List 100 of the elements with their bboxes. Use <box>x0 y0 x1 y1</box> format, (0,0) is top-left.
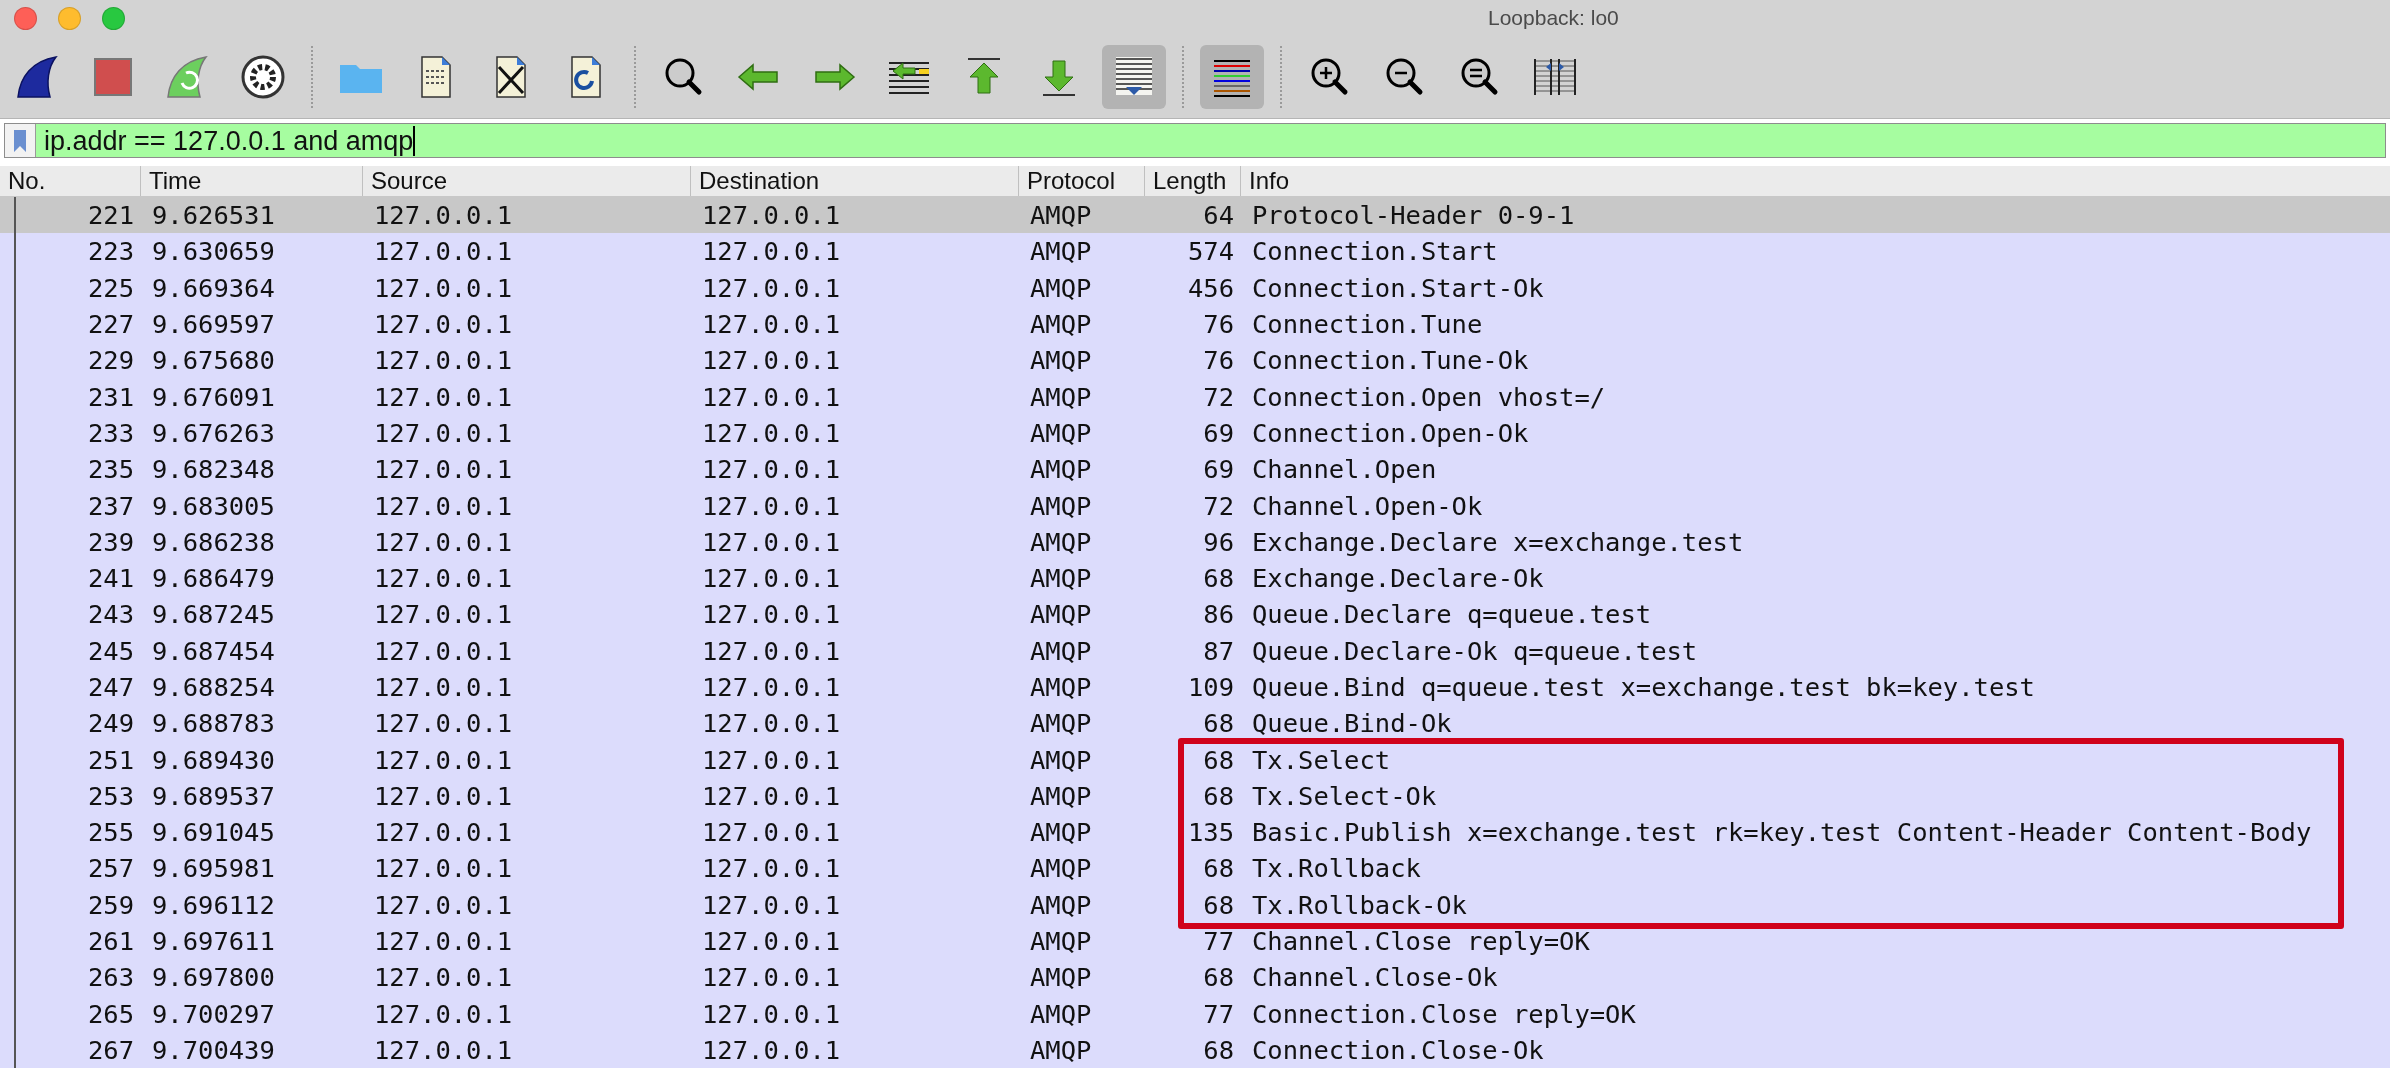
packet-length: 68 <box>1202 780 1235 811</box>
source-address: 127.0.0.1 <box>373 490 514 521</box>
packet-info: Tx.Rollback-Ok <box>1251 889 1468 920</box>
packet-info: Tx.Select-Ok <box>1251 780 1438 811</box>
destination-address: 127.0.0.1 <box>701 672 842 702</box>
packet-info: Connection.Start <box>1251 236 1499 267</box>
packet-info: Protocol-Header 0-9-1 <box>1251 200 1576 231</box>
packet-row[interactable]: 235 9.682348 127.0.0.1 127.0.0.1 AMQP 69 Channel.Open <box>0 451 2390 488</box>
protocol-name: AMQP <box>1029 309 1093 340</box>
column-header[interactable]: Time <box>140 166 362 196</box>
packet-number: 243 <box>86 599 135 630</box>
timestamp: 9.676263 <box>151 417 276 448</box>
source-address: 127.0.0.1 <box>373 1034 514 1065</box>
timestamp: 9.697611 <box>151 926 276 957</box>
window-title: Loopback: lo0 <box>1488 6 1619 30</box>
protocol-name: AMQP <box>1029 599 1093 630</box>
packet-row[interactable]: 263 9.697800 127.0.0.1 127.0.0.1 AMQP 68 Channel.Close-Ok <box>0 959 2390 996</box>
packet-number: 251 <box>86 744 135 775</box>
colored-lines-button[interactable] <box>1200 45 1264 109</box>
source-address: 127.0.0.1 <box>373 744 514 775</box>
packet-row[interactable]: 241 9.686479 127.0.0.1 127.0.0.1 AMQP 68 Exchange.Declare-Ok <box>0 559 2390 597</box>
packet-length: 135 <box>1186 817 1235 848</box>
source-address: 127.0.0.1 <box>373 599 514 630</box>
packet-row[interactable]: 231 9.676091 127.0.0.1 127.0.0.1 AMQP 72 Connection.Open vhost=/ <box>0 378 2390 415</box>
protocol-name: AMQP <box>1029 853 1093 884</box>
timestamp: 9.697800 <box>151 962 276 993</box>
packet-info: Exchange.Declare-Ok <box>1251 563 1545 594</box>
column-header[interactable]: Destination <box>690 166 1018 196</box>
packet-info: Connection.Open vhost=/ <box>1251 381 1607 412</box>
destination-address: 127.0.0.1 <box>701 309 842 340</box>
packet-length: 68 <box>1202 708 1235 739</box>
packet-row[interactable]: 267 9.700439 127.0.0.1 127.0.0.1 AMQP 68 Connection.Close-Ok <box>0 1031 2390 1069</box>
destination-address: 127.0.0.1 <box>701 853 842 884</box>
protocol-name: AMQP <box>1029 454 1093 485</box>
protocol-name: AMQP <box>1029 780 1093 811</box>
close-window-button[interactable] <box>14 6 37 30</box>
autoscroll-button[interactable] <box>1102 45 1166 109</box>
destination-address: 127.0.0.1 <box>701 744 842 775</box>
timestamp: 9.682348 <box>151 454 276 485</box>
protocol-name: AMQP <box>1029 889 1093 920</box>
packet-row[interactable]: 225 9.669364 127.0.0.1 127.0.0.1 AMQP 456 Connection.Start-Ok <box>0 269 2390 306</box>
packet-number: 227 <box>86 309 135 340</box>
protocol-name: AMQP <box>1029 744 1093 775</box>
column-header[interactable]: Protocol <box>1018 166 1144 196</box>
packet-length: 76 <box>1202 345 1235 376</box>
timestamp: 9.696112 <box>151 889 276 920</box>
packet-row[interactable]: 251 9.689430 127.0.0.1 127.0.0.1 AMQP 68 Tx.Select <box>0 741 2390 778</box>
packet-number: 241 <box>86 563 135 594</box>
packet-info: Connection.Open-Ok <box>1251 417 1530 448</box>
destination-address: 127.0.0.1 <box>701 817 842 848</box>
packet-number: 257 <box>86 853 135 884</box>
packet-info: Queue.Declare-Ok q=queue.test <box>1251 635 1699 666</box>
column-header[interactable]: Source <box>362 166 690 196</box>
column-header[interactable]: No. <box>0 166 140 196</box>
packet-row[interactable]: 259 9.696112 127.0.0.1 127.0.0.1 AMQP 68 Tx.Rollback-Ok <box>0 886 2390 923</box>
packet-number: 229 <box>86 345 135 376</box>
packet-length: 456 <box>1186 272 1235 303</box>
packet-row[interactable]: 245 9.687454 127.0.0.1 127.0.0.1 AMQP 87 Queue.Declare-Ok q=queue.test <box>0 632 2390 669</box>
packet-number: 259 <box>86 889 135 920</box>
packet-length: 64 <box>1202 200 1235 231</box>
packet-number: 261 <box>86 926 135 957</box>
packet-row[interactable]: 249 9.688783 127.0.0.1 127.0.0.1 AMQP 68 Queue.Bind-Ok <box>0 705 2390 742</box>
packet-info: Connection.Start-Ok <box>1251 272 1545 303</box>
timestamp: 9.669364 <box>151 272 276 303</box>
destination-address: 127.0.0.1 <box>701 381 842 412</box>
packet-number: 233 <box>86 417 135 448</box>
packet-row[interactable]: 257 9.695981 127.0.0.1 127.0.0.1 AMQP 68 Tx.Rollback <box>0 850 2390 887</box>
source-address: 127.0.0.1 <box>373 926 514 957</box>
packet-row[interactable]: 223 9.630659 127.0.0.1 127.0.0.1 AMQP 574 Connection.Start <box>0 233 2390 270</box>
display-filter-field[interactable]: ip.addr == 127.0.0.1 and amqp <box>4 123 2386 158</box>
source-address: 127.0.0.1 <box>373 272 514 303</box>
timestamp: 9.687245 <box>151 599 276 630</box>
source-address: 127.0.0.1 <box>373 889 514 920</box>
packet-row[interactable]: 221 9.626531 127.0.0.1 127.0.0.1 AMQP 64 Protocol-Header 0-9-1 <box>0 197 2390 234</box>
packet-number: 221 <box>86 200 135 231</box>
destination-address: 127.0.0.1 <box>701 236 842 267</box>
source-address: 127.0.0.1 <box>373 563 514 594</box>
packet-row[interactable]: 233 9.676263 127.0.0.1 127.0.0.1 AMQP 69 Connection.Open-Ok <box>0 414 2390 452</box>
column-header[interactable]: Length <box>1144 166 1240 196</box>
column-header[interactable]: Info <box>1240 166 2390 196</box>
source-address: 127.0.0.1 <box>373 780 514 811</box>
destination-address: 127.0.0.1 <box>701 526 842 557</box>
packet-info: Tx.Rollback <box>1251 853 1422 884</box>
packet-row[interactable]: 239 9.686238 127.0.0.1 127.0.0.1 AMQP 96 Exchange.Declare x=exchange.test <box>0 523 2390 560</box>
timestamp: 9.683005 <box>151 490 276 521</box>
packet-row[interactable]: 229 9.675680 127.0.0.1 127.0.0.1 AMQP 76 Connection.Tune-Ok <box>0 342 2390 379</box>
packet-length: 574 <box>1186 236 1235 267</box>
bookmark-icon[interactable] <box>13 128 27 153</box>
source-address: 127.0.0.1 <box>373 998 514 1029</box>
packet-row[interactable]: 227 9.669597 127.0.0.1 127.0.0.1 AMQP 76 Connection.Tune <box>0 305 2390 343</box>
packet-row[interactable]: 253 9.689537 127.0.0.1 127.0.0.1 AMQP 68 Tx.Select-Ok <box>0 777 2390 815</box>
packet-row[interactable]: 237 9.683005 127.0.0.1 127.0.0.1 AMQP 72 Channel.Open-Ok <box>0 487 2390 524</box>
packet-row[interactable]: 265 9.700297 127.0.0.1 127.0.0.1 AMQP 77 Connection.Close reply=OK <box>0 995 2390 1032</box>
packet-row[interactable]: 243 9.687245 127.0.0.1 127.0.0.1 AMQP 86 Queue.Declare q=queue.test <box>0 596 2390 633</box>
timestamp: 9.669597 <box>151 309 276 340</box>
packet-row[interactable]: 255 9.691045 127.0.0.1 127.0.0.1 AMQP 135 Basic.Publish x=exchange.test rk=key.test Content-Header Content-Body <box>0 814 2390 851</box>
source-address: 127.0.0.1 <box>373 417 514 448</box>
protocol-name: AMQP <box>1029 708 1093 739</box>
packet-row[interactable]: 247 9.688254 127.0.0.1 127.0.0.1 AMQP 109 Queue.Bind q=queue.test x=exchange.test bk=key.test <box>0 668 2390 706</box>
settings-icon <box>239 53 287 101</box>
